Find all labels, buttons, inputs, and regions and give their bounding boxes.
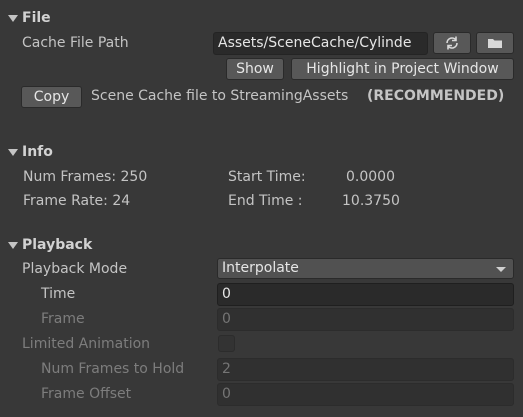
chevron-down-icon — [496, 267, 506, 272]
file-section-header[interactable]: File — [22, 10, 51, 26]
end-time-value: 10.3750 — [342, 193, 400, 209]
num-frames-to-hold-label: Num Frames to Hold — [41, 361, 185, 377]
refresh-path-button[interactable] — [433, 32, 471, 54]
playback-mode-value: Interpolate — [222, 260, 299, 276]
info-section-header[interactable]: Info — [22, 144, 53, 160]
frame-field[interactable]: 0 — [217, 308, 514, 331]
num-frames-to-hold-field[interactable]: 2 — [217, 358, 514, 381]
show-button[interactable]: Show — [226, 58, 284, 80]
scene-cache-inspector: File Cache File Path Assets/SceneCache/C… — [0, 0, 523, 417]
frame-offset-field[interactable]: 0 — [217, 383, 514, 406]
end-time-label: End Time : — [228, 193, 303, 209]
refresh-icon — [446, 36, 458, 50]
cache-file-path-field[interactable]: Assets/SceneCache/Cylinde — [213, 32, 428, 55]
cache-file-path-label: Cache File Path — [22, 35, 129, 51]
num-frames-label: Num Frames: 250 — [23, 169, 148, 185]
start-time-value: 0.0000 — [346, 169, 395, 185]
copy-button[interactable]: Copy — [21, 86, 82, 108]
time-label: Time — [41, 286, 76, 302]
info-foldout-icon[interactable] — [8, 149, 18, 156]
copy-description: Scene Cache file to StreamingAssets — [91, 88, 349, 104]
playback-mode-dropdown[interactable]: Interpolate — [217, 258, 514, 279]
file-foldout-icon[interactable] — [8, 15, 18, 22]
limited-animation-checkbox[interactable] — [218, 335, 235, 352]
frame-label: Frame — [41, 311, 85, 327]
start-time-label: Start Time: — [228, 169, 306, 185]
frame-offset-label: Frame Offset — [41, 386, 132, 402]
playback-foldout-icon[interactable] — [8, 242, 18, 249]
highlight-in-project-window-button[interactable]: Highlight in Project Window — [291, 58, 514, 80]
limited-animation-label: Limited Animation — [22, 336, 151, 352]
frame-rate-label: Frame Rate: 24 — [23, 193, 131, 209]
folder-icon — [488, 39, 502, 48]
recommended-label: (RECOMMENDED) — [367, 88, 505, 104]
time-field[interactable]: 0 — [217, 283, 514, 306]
playback-mode-label: Playback Mode — [22, 261, 128, 277]
browse-folder-button[interactable] — [476, 32, 514, 54]
playback-section-header[interactable]: Playback — [22, 237, 92, 253]
